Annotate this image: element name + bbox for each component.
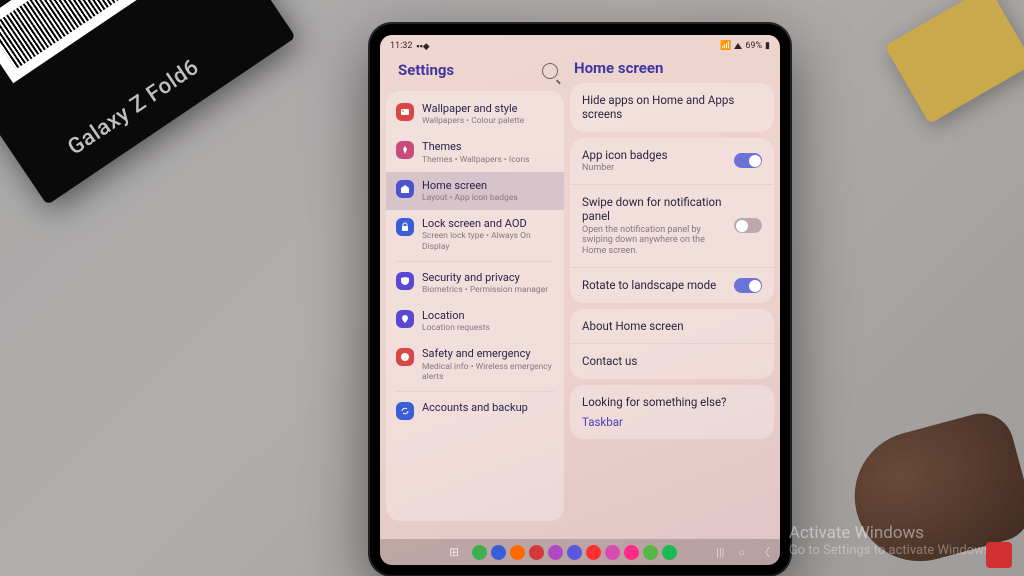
battery-icon: ▮ xyxy=(765,41,770,51)
dock-app-icon[interactable] xyxy=(491,545,506,560)
nav-title: Home screen xyxy=(422,179,518,192)
dock-app-icon[interactable] xyxy=(643,545,658,560)
nav-sub: Wallpapers • Colour palette xyxy=(422,116,524,126)
pin-icon xyxy=(396,310,414,328)
product-box: Galaxy Z Fold6 xyxy=(0,0,296,205)
sos-icon: ! xyxy=(396,348,414,366)
sidebar-item-security-and-privacy[interactable]: Security and privacyBiometrics • Permiss… xyxy=(386,264,564,302)
apps-grid-icon[interactable]: ⊞ xyxy=(449,545,464,560)
sidebar-item-themes[interactable]: Themes Themes • Wallpapers • Icons xyxy=(386,133,564,171)
looking-else-prompt: Looking for something else? xyxy=(582,395,727,409)
toggle-row-rotate-to-landscape-mode[interactable]: Rotate to landscape mode xyxy=(570,267,774,303)
toggle-row-swipe-down-for-notification-panel[interactable]: Swipe down for notification panelOpen th… xyxy=(570,184,774,267)
sidebar-item-wallpaper-and-style[interactable]: Wallpaper and styleWallpapers • Colour p… xyxy=(386,95,564,133)
settings-left-panel: Settings Wallpaper and styleWallpapers •… xyxy=(386,55,564,521)
sidebar-item-safety-and-emergency[interactable]: ! Safety and emergency Medical info • Wire… xyxy=(386,340,564,389)
toggle-switch[interactable] xyxy=(734,218,762,233)
detail-title: Home screen xyxy=(570,55,774,83)
taskbar-link[interactable]: Taskbar xyxy=(582,415,623,429)
sidebar-item-location[interactable]: LocationLocation requests xyxy=(386,302,564,340)
nav-title: Themes xyxy=(422,140,530,153)
toggle-switch[interactable] xyxy=(734,278,762,293)
nav-title: Security and privacy xyxy=(422,271,548,284)
wood-prop xyxy=(885,0,1024,124)
toggle-switch[interactable] xyxy=(734,153,762,168)
row-contact-us[interactable]: Contact us xyxy=(570,343,774,378)
sidebar-item-lock-screen-and-aod[interactable]: Lock screen and AODScreen lock type • Al… xyxy=(386,210,564,259)
dock-app-icon[interactable] xyxy=(548,545,563,560)
nav-title: Lock screen and AOD xyxy=(422,217,554,230)
settings-nav-list[interactable]: Wallpaper and styleWallpapers • Colour p… xyxy=(386,91,564,521)
hide-apps-label: Hide apps on Home and Apps screens xyxy=(582,93,762,122)
tablet-device: 11:32 ▪▪◆ 📶 69% ▮ Settings Wall xyxy=(370,24,790,575)
dock-app-icon[interactable] xyxy=(567,545,582,560)
dock-app-icon[interactable] xyxy=(624,545,639,560)
nav-title: Accounts and backup xyxy=(422,401,528,414)
card-hide-apps: Hide apps on Home and Apps screens xyxy=(570,83,774,132)
signal-icon xyxy=(734,43,742,49)
recents-button[interactable]: ||| xyxy=(716,546,724,559)
watermark-sub: Go to Settings to activate Windows. xyxy=(789,543,994,558)
status-notif-icon: ▪▪◆ xyxy=(416,41,429,52)
row-about-home-screen[interactable]: About Home screen xyxy=(570,309,774,343)
box-brand-text: Galaxy Z Fold6 xyxy=(63,55,203,161)
settings-title: Settings xyxy=(392,57,460,85)
content-split: Settings Wallpaper and styleWallpapers •… xyxy=(380,55,780,521)
nav-sub: Screen lock type • Always On Display xyxy=(422,231,554,251)
nav-title: Location xyxy=(422,309,490,322)
nav-sub: Medical info • Wireless emergency alerts xyxy=(422,362,554,382)
lock-icon xyxy=(396,218,414,236)
toggle-row-app-icon-badges[interactable]: App icon badgesNumber xyxy=(570,138,774,184)
shield-icon xyxy=(396,272,414,290)
wifi-icon: 📶 xyxy=(720,41,731,51)
nav-title: Safety and emergency xyxy=(422,347,554,360)
search-icon[interactable] xyxy=(542,63,558,79)
nav-buttons: ||| ○ 〈 xyxy=(716,544,770,560)
img-icon xyxy=(396,103,414,121)
screen: 11:32 ▪▪◆ 📶 69% ▮ Settings Wall xyxy=(380,35,780,565)
sync-icon xyxy=(396,402,414,420)
sidebar-item-accounts-and-backup[interactable]: Accounts and backup xyxy=(386,394,564,427)
card-about: About Home screenContact us xyxy=(570,309,774,379)
scene: Galaxy Z Fold6 11:32 ▪▪◆ 📶 69% ▮ xyxy=(0,0,1024,576)
home-icon xyxy=(396,180,414,198)
battery-text: 69% xyxy=(745,41,762,51)
back-button[interactable]: 〈 xyxy=(759,544,770,560)
nav-sub: Themes • Wallpapers • Icons xyxy=(422,155,530,165)
dock-app-icon[interactable] xyxy=(605,545,620,560)
channel-logo xyxy=(986,542,1012,568)
home-screen-panel: Home screen Hide apps on Home and Apps s… xyxy=(570,55,774,521)
dock-app-icon[interactable] xyxy=(472,545,487,560)
nav-title: Wallpaper and style xyxy=(422,102,524,115)
nav-sub: Location requests xyxy=(422,323,490,333)
status-bar: 11:32 ▪▪◆ 📶 69% ▮ xyxy=(380,35,780,55)
taskbar-dock[interactable]: ⊞ ||| ○ 〈 xyxy=(380,539,780,565)
card-looking-else: Looking for something else? Taskbar xyxy=(570,385,774,439)
svg-text:!: ! xyxy=(404,355,405,360)
dock-app-icon[interactable] xyxy=(529,545,544,560)
dock-app-icon[interactable] xyxy=(586,545,601,560)
card-toggles: App icon badgesNumberSwipe down for noti… xyxy=(570,138,774,303)
barcode xyxy=(0,0,171,83)
sidebar-item-home-screen[interactable]: Home screenLayout • App icon badges xyxy=(386,172,564,210)
windows-watermark: Activate Windows Go to Settings to activ… xyxy=(789,523,994,558)
dock-app-icon[interactable] xyxy=(510,545,525,560)
watermark-title: Activate Windows xyxy=(789,523,994,543)
nav-sub: Biometrics • Permission manager xyxy=(422,285,548,295)
status-time: 11:32 xyxy=(390,41,412,51)
row-hide-apps[interactable]: Hide apps on Home and Apps screens xyxy=(570,83,774,132)
home-button[interactable]: ○ xyxy=(738,546,745,559)
theme-icon xyxy=(396,141,414,159)
nav-sub: Layout • App icon badges xyxy=(422,193,518,203)
dock-app-icon[interactable] xyxy=(662,545,677,560)
